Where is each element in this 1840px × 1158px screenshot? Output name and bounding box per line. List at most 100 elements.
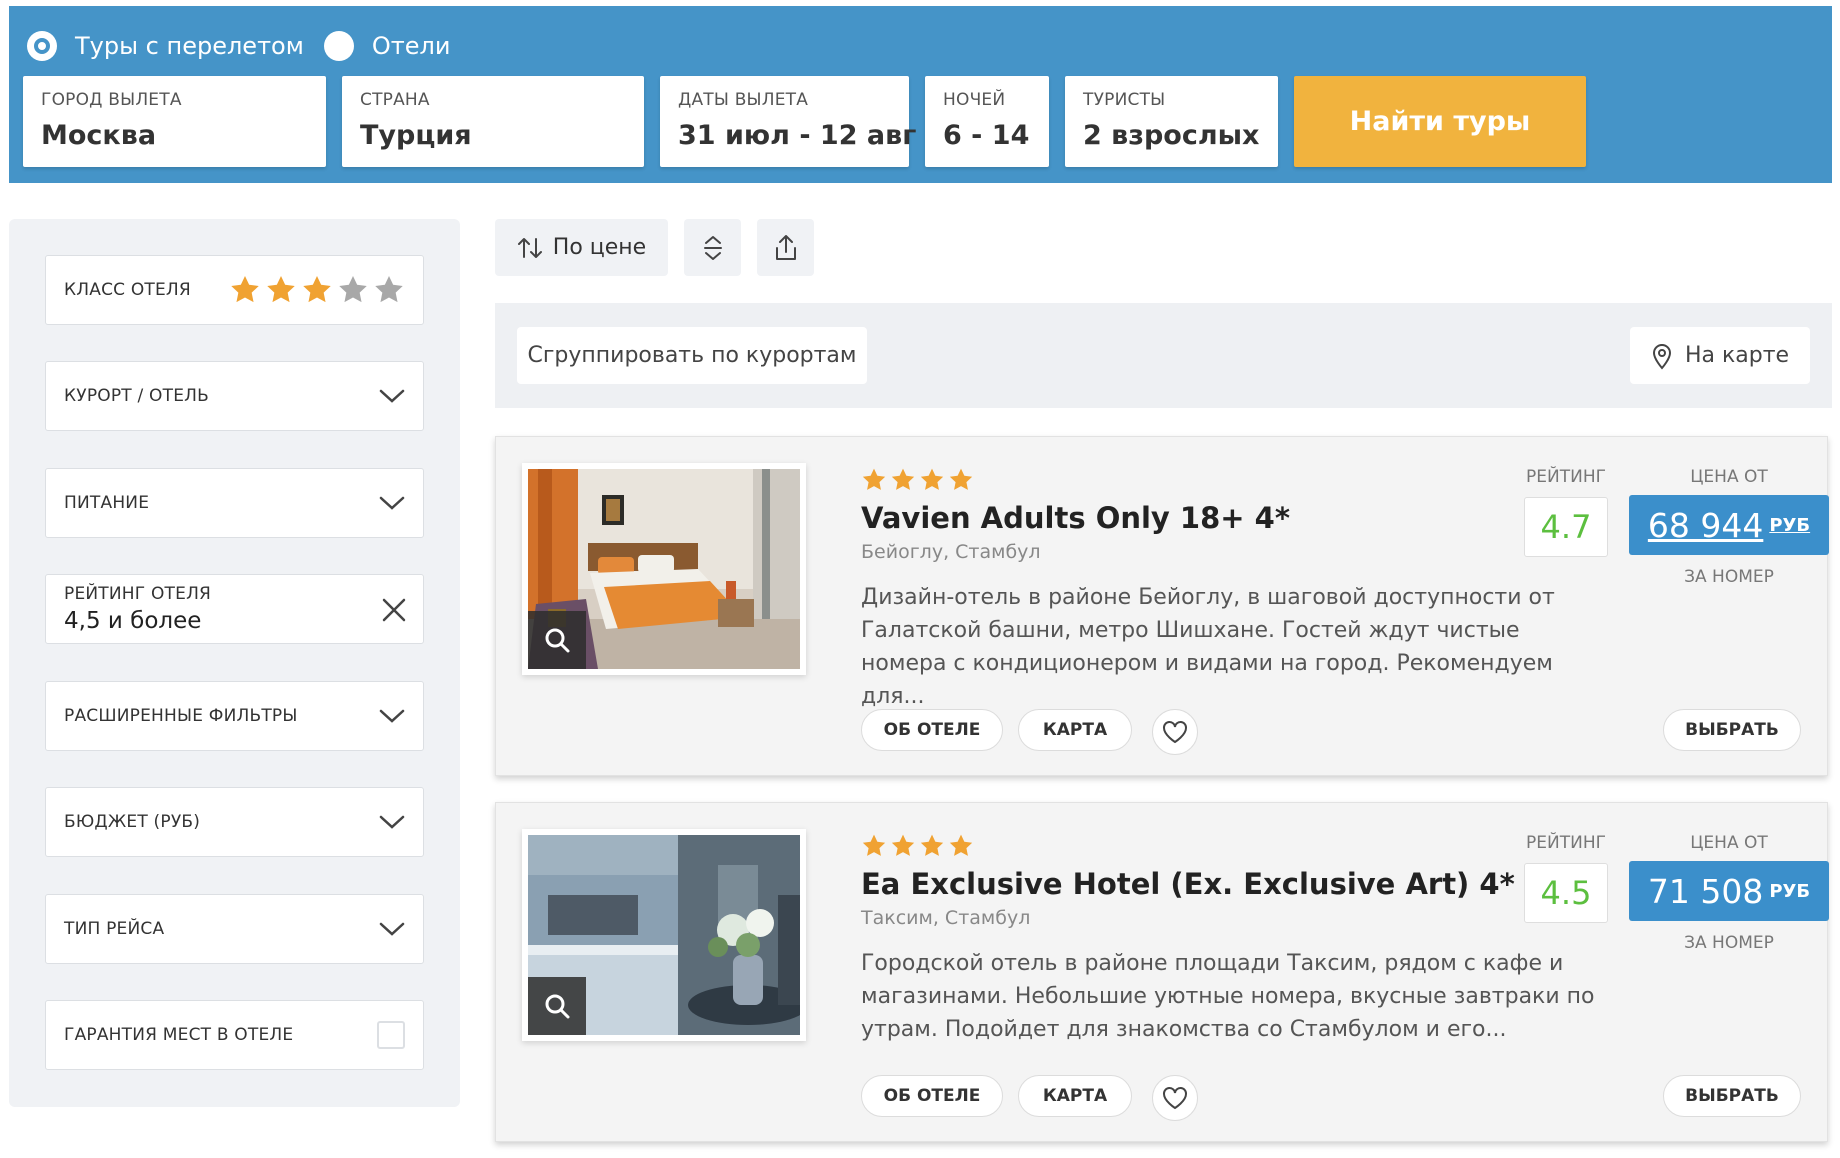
field-label: СТРАНА <box>360 90 430 110</box>
per-room-label: ЗА НОМЕР <box>1684 567 1774 587</box>
price-from-label: ЦЕНА ОТ <box>1690 833 1768 853</box>
filter-rating[interactable]: РЕЙТИНГ ОТЕЛЯ 4,5 и более <box>45 574 424 644</box>
guarantee-checkbox[interactable] <box>377 1021 405 1049</box>
star-icon-5[interactable] <box>373 274 405 306</box>
zoom-icon[interactable] <box>528 977 586 1035</box>
hotel-card: Vavien Adults Only 18+ 4* Бейоглу, Стамб… <box>495 436 1829 776</box>
search-bar: Туры с перелетом Отели ГОРОД ВЫЛЕТА Моск… <box>9 6 1832 183</box>
filter-guarantee[interactable]: ГАРАНТИЯ МЕСТ В ОТЕЛЕ <box>45 1000 424 1070</box>
hotel-photo[interactable] <box>522 829 806 1041</box>
filter-rating-value: 4,5 и более <box>64 608 202 634</box>
map-label: На карте <box>1684 343 1790 368</box>
filter-label: ПИТАНИЕ <box>64 493 150 513</box>
star-icon-2[interactable] <box>265 274 297 306</box>
filter-label: БЮДЖЕТ (РУБ) <box>64 812 201 832</box>
filter-label: РАСШИРЕННЫЕ ФИЛЬТРЫ <box>64 706 298 726</box>
map-button[interactable]: КАРТА <box>1018 1075 1132 1117</box>
field-value: 2 взрослых <box>1083 120 1260 151</box>
filters-sidebar: КЛАСС ОТЕЛЯ КУРОРТ / ОТЕЛЬ ПИТАНИЕ РЕЙТИ… <box>9 219 460 1107</box>
filter-budget[interactable]: БЮДЖЕТ (РУБ) <box>45 787 424 857</box>
search-mode-row: Туры с перелетом Отели <box>27 26 470 66</box>
hotel-card: Ea Exclusive Hotel (Ex. Exclusive Art) 4… <box>495 802 1829 1142</box>
mode-radio-hotels[interactable]: Отели <box>323 31 450 61</box>
hotel-stars <box>861 467 974 493</box>
nights-field[interactable]: НОЧЕЙ 6 - 14 <box>925 76 1049 167</box>
field-value: 6 - 14 <box>943 120 1030 151</box>
map-button[interactable]: КАРТА <box>1018 709 1132 751</box>
star-icon <box>919 467 945 493</box>
departure-city-field[interactable]: ГОРОД ВЫЛЕТА Москва <box>23 76 326 167</box>
star-icon-3[interactable] <box>301 274 333 306</box>
star-icon-4[interactable] <box>337 274 369 306</box>
field-label: ДАТЫ ВЫЛЕТА <box>678 90 809 110</box>
hotel-name[interactable]: Ea Exclusive Hotel (Ex. Exclusive Art) 4… <box>861 867 1515 901</box>
hotel-name[interactable]: Vavien Adults Only 18+ 4* <box>861 501 1290 535</box>
radio-checked-icon <box>27 31 57 61</box>
per-room-label: ЗА НОМЕР <box>1684 933 1774 953</box>
chevron-down-icon <box>379 814 405 830</box>
filter-resort[interactable]: КУРОРТ / ОТЕЛЬ <box>45 361 424 431</box>
country-field[interactable]: СТРАНА Турция <box>342 76 644 167</box>
hotel-stars <box>861 833 974 859</box>
star-icon <box>948 467 974 493</box>
hotel-photo-image <box>528 469 800 669</box>
departure-dates-field[interactable]: ДАТЫ ВЫЛЕТА 31 июл - 12 авг <box>660 76 917 167</box>
field-label: ТУРИСТЫ <box>1083 90 1166 110</box>
hotel-location: Бейоглу, Стамбул <box>861 541 1041 563</box>
hotel-location: Таксим, Стамбул <box>861 907 1031 929</box>
hotel-class-stars <box>229 274 405 306</box>
chevron-down-icon <box>379 495 405 511</box>
hotel-description: Городской отель в районе площади Таксим,… <box>861 951 1595 1042</box>
mode-radio-tours[interactable]: Туры с перелетом <box>27 31 304 61</box>
field-label: НОЧЕЙ <box>943 90 1006 110</box>
field-value: Турция <box>360 120 472 151</box>
star-icon <box>890 467 916 493</box>
expand-collapse-button[interactable] <box>684 219 741 276</box>
hotel-photo[interactable] <box>522 463 806 675</box>
favorite-heart-button[interactable] <box>1152 709 1198 755</box>
rating-label: РЕЙТИНГ <box>1526 833 1606 853</box>
heart-icon <box>1163 1087 1187 1110</box>
chevron-down-icon <box>379 921 405 937</box>
filter-label: КУРОРТ / ОТЕЛЬ <box>64 386 209 406</box>
zoom-icon[interactable] <box>528 611 586 669</box>
map-pin-icon <box>1652 343 1671 370</box>
filter-flight-type[interactable]: ТИП РЕЙСА <box>45 894 424 964</box>
show-on-map-button[interactable]: На карте <box>1630 327 1810 384</box>
star-icon <box>861 833 887 859</box>
star-icon <box>890 833 916 859</box>
price-button[interactable]: 71 508 РУБ <box>1629 861 1829 921</box>
chevron-down-icon <box>379 708 405 724</box>
select-button[interactable]: ВЫБРАТЬ <box>1663 709 1801 751</box>
rating-label: РЕЙТИНГ <box>1526 467 1606 487</box>
price-button[interactable]: 68 944 РУБ <box>1629 495 1829 555</box>
expand-collapse-icon <box>703 235 722 260</box>
field-label: ГОРОД ВЫЛЕТА <box>41 90 182 110</box>
price-from-label: ЦЕНА ОТ <box>1690 467 1768 487</box>
filter-label: ТИП РЕЙСА <box>64 919 165 939</box>
group-by-resort-button[interactable]: Сгруппировать по курортам <box>517 327 867 384</box>
filter-label: ГАРАНТИЯ МЕСТ В ОТЕЛЕ <box>64 1025 294 1045</box>
share-icon <box>775 234 796 260</box>
tourists-field[interactable]: ТУРИСТЫ 2 взрослых <box>1065 76 1278 167</box>
select-button[interactable]: ВЫБРАТЬ <box>1663 1075 1801 1117</box>
filter-meals[interactable]: ПИТАНИЕ <box>45 468 424 538</box>
close-icon[interactable] <box>381 597 407 623</box>
heart-icon <box>1163 721 1187 744</box>
hotel-photo-image <box>528 835 800 1035</box>
find-tours-button[interactable]: Найти туры <box>1294 76 1586 167</box>
mode-label-tours: Туры с перелетом <box>75 32 304 60</box>
sort-label: По цене <box>552 235 647 260</box>
filter-label: КЛАСС ОТЕЛЯ <box>64 280 191 300</box>
about-hotel-button[interactable]: ОБ ОТЕЛЕ <box>861 709 1003 751</box>
field-value: 31 июл - 12 авг <box>678 120 917 151</box>
sort-by-price-button[interactable]: По цене <box>495 219 668 276</box>
star-icon <box>948 833 974 859</box>
hotel-rating: 4.7 <box>1524 497 1608 557</box>
favorite-heart-button[interactable] <box>1152 1075 1198 1121</box>
share-button[interactable] <box>757 219 814 276</box>
star-icon-1[interactable] <box>229 274 261 306</box>
hotel-description: Дизайн-отель в районе Бейоглу, в шаговой… <box>861 585 1555 709</box>
filter-advanced[interactable]: РАСШИРЕННЫЕ ФИЛЬТРЫ <box>45 681 424 751</box>
about-hotel-button[interactable]: ОБ ОТЕЛЕ <box>861 1075 1003 1117</box>
